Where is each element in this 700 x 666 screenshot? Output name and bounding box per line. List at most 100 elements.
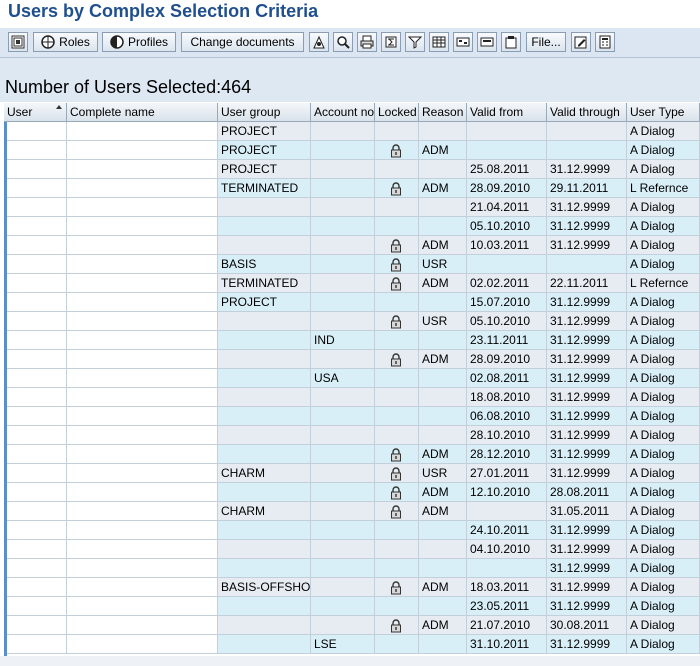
column-header-locked[interactable]: Locked bbox=[375, 103, 419, 122]
table-row[interactable]: PROJECT 15.07.2010 31.12.9999 A Dialog bbox=[4, 293, 700, 312]
cell-locked[interactable] bbox=[375, 597, 419, 616]
cell-complete-name[interactable] bbox=[67, 160, 218, 179]
cell-user[interactable] bbox=[4, 369, 67, 388]
cell-user[interactable] bbox=[4, 635, 67, 654]
cell-locked[interactable] bbox=[375, 445, 419, 464]
cell-locked[interactable] bbox=[375, 179, 419, 198]
cell-account-no[interactable] bbox=[311, 502, 375, 521]
table-row[interactable]: CHARM USR 27.01.2011 31.12.9999 A Dialog bbox=[4, 464, 700, 483]
cell-valid-from[interactable]: 24.10.2011 bbox=[467, 521, 547, 540]
cell-locked[interactable] bbox=[375, 616, 419, 635]
cell-user[interactable] bbox=[4, 578, 67, 597]
cell-valid-from[interactable]: 18.08.2010 bbox=[467, 388, 547, 407]
cell-valid-from[interactable] bbox=[467, 559, 547, 578]
cell-complete-name[interactable] bbox=[67, 331, 218, 350]
cell-locked[interactable] bbox=[375, 350, 419, 369]
cell-locked[interactable] bbox=[375, 407, 419, 426]
file-button[interactable]: File... bbox=[526, 32, 566, 52]
cell-valid-through[interactable]: 31.12.9999 bbox=[547, 312, 627, 331]
table-row[interactable]: CHARM ADM 31.05.2011 A Dialog bbox=[4, 502, 700, 521]
cell-account-no[interactable]: LSE bbox=[311, 635, 375, 654]
cell-valid-from[interactable] bbox=[467, 141, 547, 160]
cell-account-no[interactable] bbox=[311, 274, 375, 293]
cell-account-no[interactable] bbox=[311, 540, 375, 559]
cell-locked[interactable] bbox=[375, 559, 419, 578]
cell-valid-through[interactable]: 31.12.9999 bbox=[547, 217, 627, 236]
table-row[interactable]: BASIS USR A Dialog bbox=[4, 255, 700, 274]
find-button[interactable] bbox=[333, 32, 353, 52]
cell-valid-from[interactable]: 15.07.2010 bbox=[467, 293, 547, 312]
change-documents-button[interactable]: Change documents bbox=[181, 32, 304, 52]
cell-user-group[interactable] bbox=[218, 407, 311, 426]
cell-user-type[interactable]: A Dialog bbox=[627, 445, 700, 464]
cell-valid-through[interactable]: 31.12.9999 bbox=[547, 198, 627, 217]
cell-reason[interactable]: ADM bbox=[419, 274, 467, 293]
table-row[interactable]: 05.10.2010 31.12.9999 A Dialog bbox=[4, 217, 700, 236]
cell-locked[interactable] bbox=[375, 293, 419, 312]
print-button[interactable] bbox=[357, 32, 377, 52]
cell-user-group[interactable]: PROJECT bbox=[218, 293, 311, 312]
cell-account-no[interactable] bbox=[311, 597, 375, 616]
cell-user-type[interactable]: A Dialog bbox=[627, 464, 700, 483]
cell-user[interactable] bbox=[4, 179, 67, 198]
cell-user-type[interactable]: L Refernce bbox=[627, 179, 700, 198]
details-button[interactable] bbox=[8, 32, 28, 52]
export-button[interactable] bbox=[501, 32, 521, 52]
calculator-button[interactable] bbox=[595, 32, 615, 52]
cell-user[interactable] bbox=[4, 426, 67, 445]
table-row[interactable]: BASIS-OFFSHO ADM 18.03.2011 31.12.9999 A Dia… bbox=[4, 578, 700, 597]
cell-valid-from[interactable]: 21.07.2010 bbox=[467, 616, 547, 635]
cell-user-type[interactable]: A Dialog bbox=[627, 122, 700, 141]
cell-reason[interactable]: ADM bbox=[419, 616, 467, 635]
cell-account-no[interactable]: IND bbox=[311, 331, 375, 350]
cell-valid-through[interactable]: 31.12.9999 bbox=[547, 521, 627, 540]
cell-user[interactable] bbox=[4, 616, 67, 635]
table-row[interactable]: ADM 28.09.2010 31.12.9999 A Dialog bbox=[4, 350, 700, 369]
cell-valid-from[interactable]: 31.10.2011 bbox=[467, 635, 547, 654]
cell-reason[interactable] bbox=[419, 198, 467, 217]
cell-valid-through[interactable]: 31.12.9999 bbox=[547, 445, 627, 464]
cell-account-no[interactable] bbox=[311, 141, 375, 160]
cell-valid-through[interactable]: 31.12.9999 bbox=[547, 597, 627, 616]
cell-reason[interactable] bbox=[419, 293, 467, 312]
cell-locked[interactable] bbox=[375, 502, 419, 521]
cell-locked[interactable] bbox=[375, 635, 419, 654]
cell-valid-from[interactable]: 28.09.2010 bbox=[467, 350, 547, 369]
cell-valid-from[interactable]: 02.08.2011 bbox=[467, 369, 547, 388]
cell-valid-through[interactable]: 22.11.2011 bbox=[547, 274, 627, 293]
collapse-button[interactable] bbox=[477, 32, 497, 52]
cell-valid-through[interactable]: 31.12.9999 bbox=[547, 331, 627, 350]
cell-reason[interactable] bbox=[419, 122, 467, 141]
cell-valid-through[interactable]: 31.12.9999 bbox=[547, 559, 627, 578]
column-header-user[interactable]: User bbox=[4, 103, 67, 122]
cell-user-group[interactable]: TERMINATED bbox=[218, 274, 311, 293]
cell-account-no[interactable] bbox=[311, 483, 375, 502]
cell-user[interactable] bbox=[4, 293, 67, 312]
cell-valid-through[interactable]: 31.12.9999 bbox=[547, 369, 627, 388]
cell-user[interactable] bbox=[4, 502, 67, 521]
cell-account-no[interactable] bbox=[311, 578, 375, 597]
cell-complete-name[interactable] bbox=[67, 540, 218, 559]
cell-user-type[interactable]: A Dialog bbox=[627, 255, 700, 274]
cell-user-type[interactable]: A Dialog bbox=[627, 559, 700, 578]
cell-reason[interactable]: USR bbox=[419, 312, 467, 331]
table-row[interactable]: PROJECT 25.08.2011 31.12.9999 A Dialog bbox=[4, 160, 700, 179]
cell-complete-name[interactable] bbox=[67, 293, 218, 312]
layout-button[interactable] bbox=[429, 32, 449, 52]
table-row[interactable]: ADM 12.10.2010 28.08.2011 A Dialog bbox=[4, 483, 700, 502]
cell-user-type[interactable]: A Dialog bbox=[627, 369, 700, 388]
cell-valid-from[interactable] bbox=[467, 255, 547, 274]
cell-user[interactable] bbox=[4, 407, 67, 426]
column-header-valid-through[interactable]: Valid through bbox=[547, 103, 627, 122]
cell-user-group[interactable] bbox=[218, 483, 311, 502]
cell-complete-name[interactable] bbox=[67, 217, 218, 236]
cell-locked[interactable] bbox=[375, 122, 419, 141]
column-header-user-group[interactable]: User group bbox=[218, 103, 311, 122]
cell-user-type[interactable]: A Dialog bbox=[627, 483, 700, 502]
cell-account-no[interactable] bbox=[311, 350, 375, 369]
cell-valid-from[interactable]: 23.11.2011 bbox=[467, 331, 547, 350]
cell-reason[interactable] bbox=[419, 331, 467, 350]
cell-user-type[interactable]: A Dialog bbox=[627, 578, 700, 597]
cell-user-type[interactable]: A Dialog bbox=[627, 350, 700, 369]
cell-locked[interactable] bbox=[375, 521, 419, 540]
